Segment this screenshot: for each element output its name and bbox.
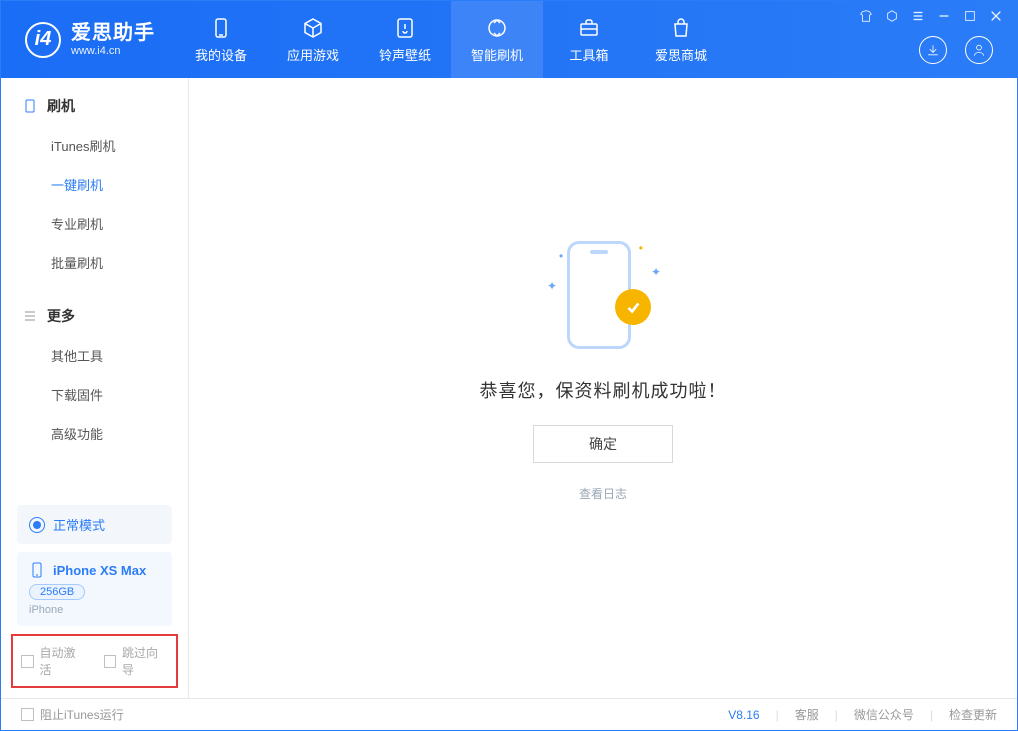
checkbox-icon	[21, 708, 34, 721]
nav-label: 铃声壁纸	[379, 45, 431, 64]
sparkle-icon: ✦	[651, 265, 661, 279]
device-card[interactable]: iPhone XS Max 256GB iPhone	[17, 552, 172, 626]
music-icon	[392, 15, 418, 41]
logo-icon: i4	[25, 22, 61, 58]
check-badge-icon	[615, 289, 651, 325]
wechat-link[interactable]: 微信公众号	[854, 706, 914, 723]
device-type: iPhone	[29, 604, 160, 616]
device-storage-badge: 256GB	[29, 584, 85, 600]
shirt-icon[interactable]	[859, 9, 873, 23]
flash-options-highlighted: 自动激活 跳过向导	[11, 634, 178, 688]
menu-icon[interactable]	[911, 9, 925, 23]
nav-label: 应用游戏	[287, 45, 339, 64]
top-nav: 我的设备 应用游戏 铃声壁纸 智能刷机 工具箱 爱思商城	[175, 1, 727, 78]
sidebar-item-one-click[interactable]: 一键刷机	[1, 165, 188, 204]
success-message: 恭喜您，保资料刷机成功啦！	[480, 377, 727, 403]
sidebar-section-more: 更多	[1, 306, 188, 336]
nav-apps-games[interactable]: 应用游戏	[267, 1, 359, 78]
window-controls	[859, 9, 1003, 23]
view-log-link[interactable]: 查看日志	[579, 485, 627, 502]
nav-i4-mall[interactable]: 爱思商城	[635, 1, 727, 78]
nav-smart-flash[interactable]: 智能刷机	[451, 1, 543, 78]
maximize-icon[interactable]	[963, 9, 977, 23]
app-subtitle: www.i4.cn	[71, 45, 155, 58]
skip-guide-checkbox[interactable]: 跳过向导	[104, 644, 169, 678]
phone-small-icon	[23, 99, 37, 113]
sparkle-icon: ✦	[547, 279, 557, 293]
nav-label: 智能刷机	[471, 45, 523, 64]
bag-icon	[668, 15, 694, 41]
nav-toolbox[interactable]: 工具箱	[543, 1, 635, 78]
logo[interactable]: i4 爱思助手 www.i4.cn	[1, 1, 175, 78]
sidebar-item-download-fw[interactable]: 下载固件	[1, 375, 188, 414]
mode-selector[interactable]: 正常模式	[17, 505, 172, 544]
close-icon[interactable]	[989, 9, 1003, 23]
sidebar-item-itunes-flash[interactable]: iTunes刷机	[1, 126, 188, 165]
nav-ring-wallpaper[interactable]: 铃声壁纸	[359, 1, 451, 78]
device-phone-icon	[29, 562, 45, 578]
sidebar-item-batch-flash[interactable]: 批量刷机	[1, 243, 188, 282]
mode-dot-icon	[29, 517, 45, 533]
sidebar-item-advanced[interactable]: 高级功能	[1, 414, 188, 453]
sidebar-section-flash: 刷机	[1, 96, 188, 126]
header: i4 爱思助手 www.i4.cn 我的设备 应用游戏 铃声壁纸 智能刷机 工具…	[1, 1, 1017, 78]
device-name: iPhone XS Max	[53, 563, 146, 578]
success-illustration: ✦ • ✦ •	[543, 235, 663, 355]
nav-label: 工具箱	[569, 45, 608, 64]
main-content: ✦ • ✦ • 恭喜您，保资料刷机成功啦！ 确定 查看日志	[189, 78, 1017, 698]
sidebar: 刷机 iTunes刷机 一键刷机 专业刷机 批量刷机 更多 其他工具 下载固件 …	[1, 78, 189, 698]
mode-label: 正常模式	[53, 515, 105, 534]
checkbox-icon	[104, 655, 117, 668]
sparkle-icon: •	[559, 249, 563, 263]
download-button[interactable]	[919, 36, 947, 64]
phone-icon	[208, 15, 234, 41]
auto-activate-checkbox[interactable]: 自动激活	[21, 644, 86, 678]
sidebar-item-other-tools[interactable]: 其他工具	[1, 336, 188, 375]
sparkle-icon: •	[639, 241, 643, 255]
list-icon	[23, 309, 37, 323]
support-link[interactable]: 客服	[795, 706, 819, 723]
nav-label: 爱思商城	[655, 45, 707, 64]
nav-my-device[interactable]: 我的设备	[175, 1, 267, 78]
block-itunes-checkbox[interactable]: 阻止iTunes运行	[21, 706, 124, 723]
checkbox-icon	[21, 655, 34, 668]
refresh-icon	[484, 15, 510, 41]
cube-small-icon[interactable]	[885, 9, 899, 23]
status-bar: 阻止iTunes运行 V8.16 | 客服 | 微信公众号 | 检查更新	[1, 698, 1017, 730]
app-title: 爱思助手	[71, 22, 155, 45]
check-update-link[interactable]: 检查更新	[949, 706, 997, 723]
minimize-icon[interactable]	[937, 9, 951, 23]
ok-button[interactable]: 确定	[533, 425, 673, 463]
cube-icon	[300, 15, 326, 41]
nav-label: 我的设备	[195, 45, 247, 64]
header-actions	[919, 36, 993, 64]
briefcase-icon	[576, 15, 602, 41]
user-button[interactable]	[965, 36, 993, 64]
sidebar-item-pro-flash[interactable]: 专业刷机	[1, 204, 188, 243]
version-label: V8.16	[728, 708, 759, 722]
